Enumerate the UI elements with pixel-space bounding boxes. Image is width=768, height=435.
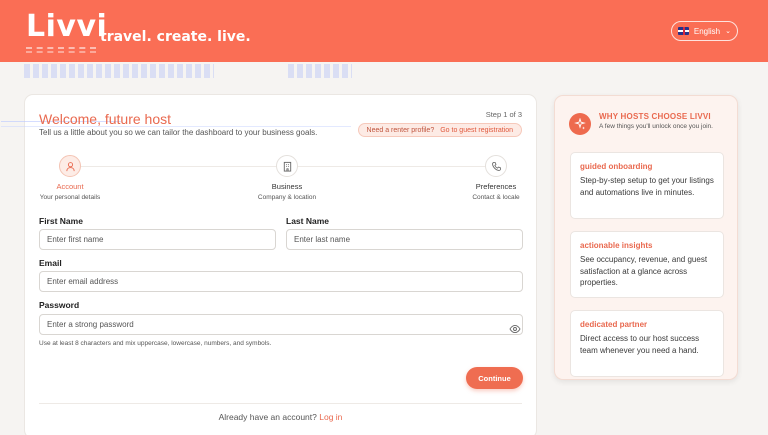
signup-stepper: Account Your personal details Business C… (39, 155, 523, 205)
last-name-input[interactable] (286, 229, 523, 250)
panel-title: WHY HOSTS CHOOSE LIVVI (599, 112, 711, 121)
feature-card-guided-onboarding: guided onboarding Step-by-step setup to … (570, 152, 724, 219)
password-hint: Use at least 8 characters and mix upperc… (39, 340, 272, 347)
render-artifact-strip (24, 64, 214, 78)
login-link[interactable]: Log in (319, 412, 342, 422)
first-name-label: First Name (39, 216, 83, 226)
building-icon (276, 155, 298, 177)
email-label: Email (39, 258, 62, 268)
feature-card-actionable-insights: actionable insights See occupancy, reven… (570, 231, 724, 298)
login-prompt: Already have an account? Log in (25, 412, 536, 422)
livvi-logo[interactable]: Livvi (26, 12, 107, 42)
eye-icon[interactable] (509, 321, 521, 334)
feature-description: See occupancy, revenue, and guest satisf… (580, 255, 708, 288)
step-indicator: Step 1 of 3 (485, 110, 522, 119)
page-subtitle: Tell us a little about you so we can tai… (39, 128, 318, 137)
step-business-label: Business (271, 182, 303, 191)
feature-title: actionable insights (580, 241, 653, 250)
email-input[interactable] (39, 271, 523, 292)
renter-question: Need a renter profile? (366, 126, 435, 134)
first-name-input[interactable] (39, 229, 276, 250)
feature-description: Direct access to our host success team w… (580, 334, 700, 355)
language-label: English (693, 26, 721, 36)
continue-button[interactable]: Continue (466, 367, 523, 389)
step-business[interactable]: Business Company & location (251, 155, 323, 201)
already-account-text: Already have an account? (218, 412, 317, 422)
render-artifact-strip (288, 64, 352, 78)
step-account[interactable]: Account Your personal details (39, 155, 101, 201)
step-preferences[interactable]: Preferences Contact & locale (465, 155, 527, 201)
logo-underline-decoration (26, 47, 96, 53)
card-divider (39, 403, 522, 404)
last-name-label: Last Name (286, 216, 329, 226)
feature-title: guided onboarding (580, 162, 653, 171)
language-selector[interactable]: English ⌄ (671, 21, 738, 41)
top-header: Livvi travel. create. live. English ⌄ (0, 0, 768, 62)
sparkle-icon (569, 113, 591, 135)
brand-tagline: travel. create. live. (100, 29, 251, 45)
feature-card-dedicated-partner: dedicated partner Direct access to our h… (570, 310, 724, 377)
step-business-sub: Company & location (257, 194, 317, 201)
step-account-sub: Your personal details (39, 194, 101, 201)
uk-flag-icon (678, 27, 689, 35)
feature-description: Step-by-step setup to get your listings … (580, 176, 714, 197)
password-input[interactable] (39, 314, 523, 335)
renter-profile-banner[interactable]: Need a renter profile? Go to guest regis… (357, 123, 522, 137)
step-account-label: Account (56, 182, 84, 191)
host-signup-card: Welcome, future host Tell us a little ab… (1, 94, 537, 435)
phone-icon (485, 155, 507, 177)
why-hosts-panel: WHY HOSTS CHOOSE LIVVI A few things you'… (554, 95, 738, 380)
user-icon (59, 155, 81, 177)
panel-subtitle: A few things you'll unlock once you join… (599, 123, 713, 130)
feature-title: dedicated partner (580, 320, 648, 329)
page-title: Welcome, future host (39, 111, 172, 127)
step-preferences-sub: Contact & locale (472, 194, 520, 201)
guest-registration-link[interactable]: Go to guest registration (440, 127, 513, 134)
password-label: Password (39, 300, 80, 310)
step-preferences-label: Preferences (475, 182, 517, 191)
chevron-down-icon: ⌄ (725, 28, 731, 35)
